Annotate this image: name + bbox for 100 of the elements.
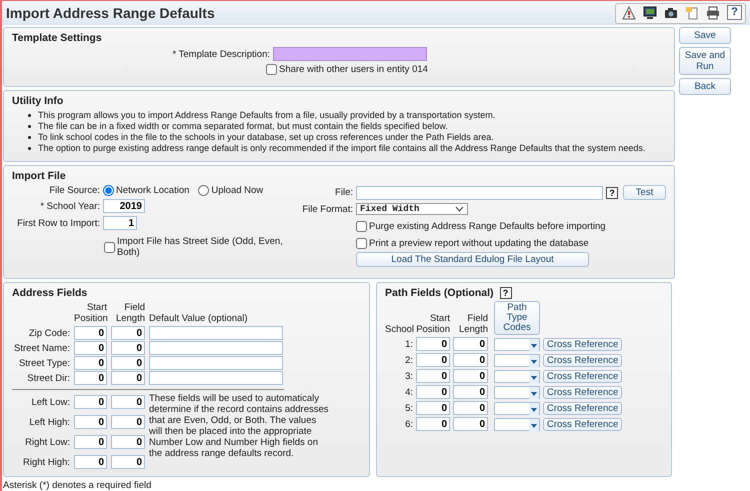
template-description-field[interactable]	[273, 47, 427, 61]
path-type-dropdown[interactable]	[494, 402, 540, 414]
path-type-dropdown[interactable]	[494, 338, 540, 350]
school-label: 6:	[404, 418, 413, 430]
checkbox[interactable]	[356, 238, 367, 249]
default-value-field[interactable]	[149, 326, 283, 340]
bullet-icon	[28, 147, 31, 150]
start-position-field[interactable]: 0	[74, 395, 107, 409]
footnote-text: Asterisk (*) denotes a required field	[3, 480, 152, 491]
field-length-field[interactable]: 0	[453, 401, 488, 415]
start-position-field[interactable]: 0	[416, 337, 450, 351]
start-position-field[interactable]: 0	[416, 353, 450, 367]
field-length-field[interactable]: 0	[111, 435, 145, 449]
field-label: Street Name:	[13, 342, 70, 354]
school-label: 2:	[404, 354, 413, 366]
field-label: Zip Code:	[28, 328, 70, 338]
field-label: * Template Description:	[171, 48, 270, 60]
field-length-field[interactable]: 0	[453, 369, 488, 383]
field-length-field[interactable]: 0	[111, 395, 145, 409]
action-button[interactable]: Save	[679, 27, 731, 44]
section-heading: Template Settings	[12, 32, 103, 44]
field-label: Right Low:	[24, 436, 70, 448]
first-row-field[interactable]: 1	[103, 216, 137, 230]
start-position-field[interactable]: 0	[416, 401, 450, 415]
field-label: Street Type:	[18, 358, 70, 368]
radio-button[interactable]	[103, 185, 114, 196]
monitor-icon	[642, 6, 656, 20]
radio-button[interactable]	[198, 185, 210, 196]
action-button[interactable]: Back	[679, 78, 731, 95]
caret-icon	[455, 206, 464, 212]
start-position-field[interactable]: 0	[416, 369, 450, 383]
field-length-field[interactable]: 0	[111, 371, 145, 385]
test-button[interactable]: Test	[623, 185, 666, 200]
path-type-dropdown[interactable]	[494, 418, 540, 430]
checkbox[interactable]	[266, 64, 277, 75]
field-length-field[interactable]: 0	[111, 326, 145, 340]
school-label: 5:	[404, 402, 413, 414]
cross-reference-button[interactable]: Cross Reference	[543, 370, 622, 382]
start-position-field[interactable]: 0	[74, 371, 107, 385]
school-year-field[interactable]: 2019	[103, 199, 145, 213]
file-field[interactable]	[356, 186, 603, 200]
field-length-field[interactable]: 0	[111, 341, 145, 355]
start-position-field[interactable]: 0	[74, 435, 107, 449]
info-text: The option to purge existing address range default is only recommended if the import file contains all the Address Range Defaults that the system needs.	[38, 143, 646, 154]
page-title: Import Address Range Defaults	[6, 5, 215, 21]
start-position-field[interactable]: 0	[74, 455, 107, 469]
help-button[interactable]: ?	[500, 287, 512, 299]
checkbox-label: Share with other users in entity 014	[279, 64, 428, 75]
field-label: Left High:	[28, 416, 70, 428]
cross-reference-button[interactable]: Cross Reference	[543, 338, 622, 350]
start-position-field[interactable]: 0	[74, 356, 107, 370]
info-text: This program allows you to import Address Range Defaults from a file, usually provided by a transportation system.	[38, 110, 496, 121]
caret-icon	[529, 418, 539, 432]
field-label: File Format:	[301, 204, 353, 214]
start-position-field[interactable]: 0	[74, 326, 107, 340]
help-button[interactable]: ?	[606, 186, 618, 198]
column-header: Field Length	[114, 302, 145, 324]
field-length-field[interactable]: 0	[453, 337, 488, 351]
column-header: Start Position	[416, 313, 450, 335]
help-button[interactable]: ?	[727, 4, 742, 20]
cross-reference-button[interactable]: Cross Reference	[543, 354, 622, 366]
info-text: The file can be in a fixed width or comma separated format, but must contain the fields specified below.	[38, 121, 448, 132]
radio-label: Upload Now	[211, 185, 264, 196]
default-value-field[interactable]	[149, 341, 283, 355]
field-length-field[interactable]: 0	[453, 353, 488, 367]
field-length-field[interactable]: 0	[111, 415, 145, 429]
start-position-field[interactable]: 0	[416, 385, 450, 399]
printer-icon	[706, 6, 720, 20]
field-length-field[interactable]: 0	[111, 356, 145, 370]
checkbox[interactable]	[356, 221, 367, 232]
checkbox-label: Print a preview report without updating the database	[369, 238, 589, 249]
school-label: 3:	[404, 370, 413, 382]
school-label: 4:	[404, 386, 413, 398]
cross-reference-button[interactable]: Cross Reference	[543, 418, 622, 430]
path-type-dropdown[interactable]	[494, 354, 540, 366]
action-button[interactable]: Save and Run	[679, 47, 731, 75]
path-type-dropdown[interactable]	[494, 386, 540, 398]
school-label: 1:	[404, 338, 413, 350]
file-format-dropdown[interactable]: Fixed Width	[356, 203, 468, 215]
field-length-field[interactable]: 0	[453, 385, 488, 399]
cross-reference-button[interactable]: Cross Reference	[543, 402, 622, 414]
section-heading: Import File	[12, 170, 67, 182]
path-type-codes-button[interactable]: Path Type Codes	[494, 301, 540, 335]
field-label: Right High:	[22, 456, 70, 468]
path-type-dropdown[interactable]	[494, 370, 540, 382]
column-header: School	[385, 324, 413, 335]
caret-icon	[529, 402, 539, 416]
checkbox[interactable]	[104, 242, 115, 252]
start-position-field[interactable]: 0	[74, 341, 107, 355]
cross-reference-button[interactable]: Cross Reference	[543, 386, 622, 398]
start-position-field[interactable]: 0	[74, 415, 107, 429]
field-length-field[interactable]: 0	[453, 417, 488, 431]
default-value-field[interactable]	[149, 371, 283, 385]
start-position-field[interactable]: 0	[416, 417, 450, 431]
field-length-field[interactable]: 0	[111, 455, 145, 469]
default-value-field[interactable]	[149, 356, 283, 370]
field-label: Street Dir:	[26, 372, 70, 384]
bullet-icon	[28, 114, 31, 117]
checkbox-label: Purge existing Address Range Defaults before importing	[369, 221, 606, 232]
load-layout-button[interactable]: Load The Standard Edulog File Layout	[356, 252, 589, 267]
